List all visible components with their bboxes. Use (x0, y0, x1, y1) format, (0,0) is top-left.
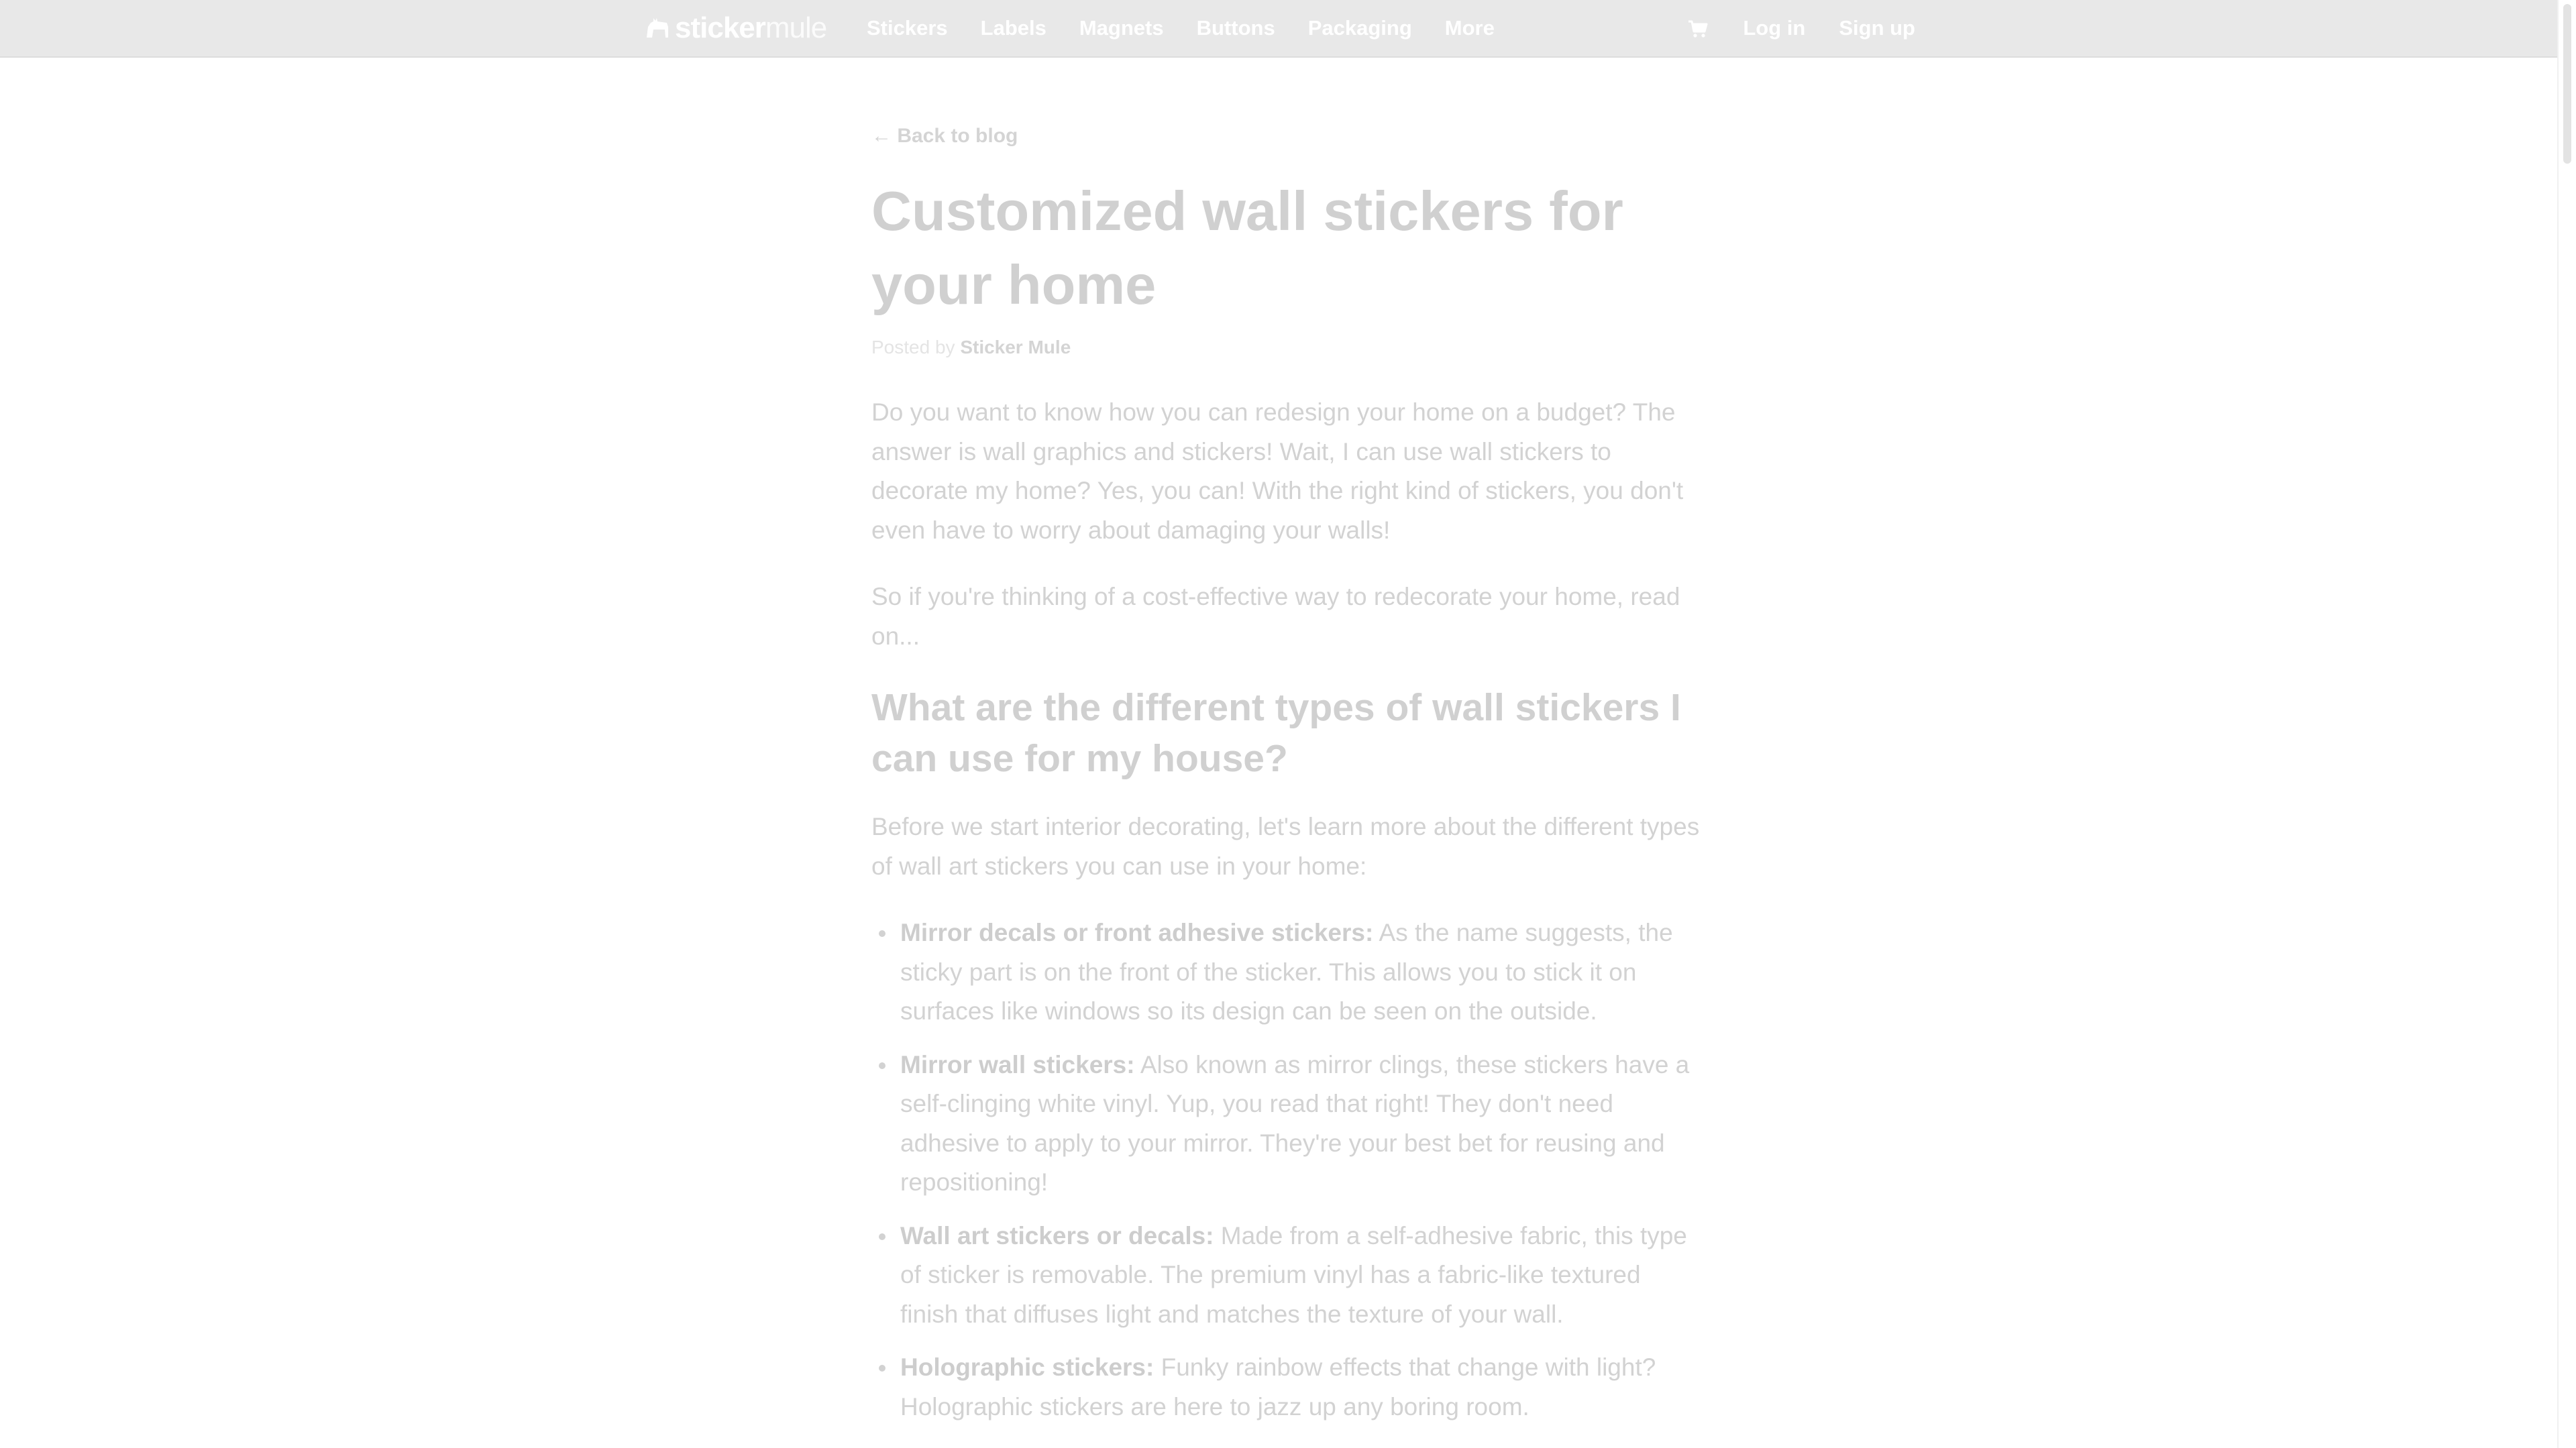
list-item-term: Holographic stickers: (900, 1353, 1155, 1381)
sticker-types-list: Mirror decals or front adhesive stickers… (871, 913, 1703, 1441)
author-link[interactable]: Sticker Mule (960, 337, 1071, 357)
nav-item-buttons[interactable]: Buttons (1197, 16, 1275, 40)
page-scrollbar[interactable] (2557, 0, 2576, 1448)
cart-icon[interactable] (1686, 17, 1709, 40)
mule-logo-icon (647, 18, 668, 38)
list-item: Wall art stickers or decals: Made from a… (871, 1217, 1703, 1335)
section-heading: What are the different types of wall sti… (871, 686, 1681, 780)
list-item-term: Wall art stickers or decals: (900, 1221, 1214, 1249)
list-item-term: Mirror wall stickers: (900, 1050, 1135, 1078)
list-item: Mirror wall stickers: Also known as mirr… (871, 1046, 1703, 1203)
signup-link[interactable]: Sign up (1839, 16, 1915, 40)
nav-item-magnets[interactable]: Magnets (1079, 16, 1164, 40)
byline-prefix: Posted by (871, 337, 955, 357)
list-item-term: Mirror decals or front adhesive stickers… (900, 919, 1374, 946)
logo-text-bold: sticker (675, 11, 766, 44)
nav-item-packaging[interactable]: Packaging (1308, 16, 1412, 40)
intro-paragraph-2: So if you're thinking of a cost-effectiv… (871, 583, 1680, 650)
account-nav: Log in Sign up (1686, 0, 1915, 56)
list-item: Mirror decals or front adhesive stickers… (871, 913, 1703, 1032)
nav-item-more[interactable]: More (1445, 16, 1495, 40)
nav-item-labels[interactable]: Labels (981, 16, 1046, 40)
logo-text-light: mule (765, 11, 827, 44)
byline: Posted by Sticker Mule (871, 337, 1071, 358)
list-item: Holographic stickers: Funky rainbow effe… (871, 1348, 1703, 1427)
top-navigation-inner: sticker mule Stickers Labels Magnets Butt… (644, 0, 1915, 56)
login-link[interactable]: Log in (1743, 16, 1805, 40)
nav-item-stickers[interactable]: Stickers (867, 16, 948, 40)
page-title: Customized wall stickers for your home (871, 180, 1623, 316)
main-nav: Stickers Labels Magnets Buttons Packagin… (867, 0, 1527, 56)
back-to-blog-link[interactable]: ← Back to blog (871, 125, 1018, 148)
sticker-mule-logo[interactable]: sticker mule (644, 11, 827, 46)
section-intro-paragraph: Before we start interior decorating, let… (871, 813, 1700, 880)
top-navigation-bar: sticker mule Stickers Labels Magnets Butt… (0, 0, 2576, 58)
intro-paragraph: Do you want to know how you can redesign… (871, 398, 1684, 544)
scrollbar-thumb[interactable] (2563, 4, 2571, 164)
